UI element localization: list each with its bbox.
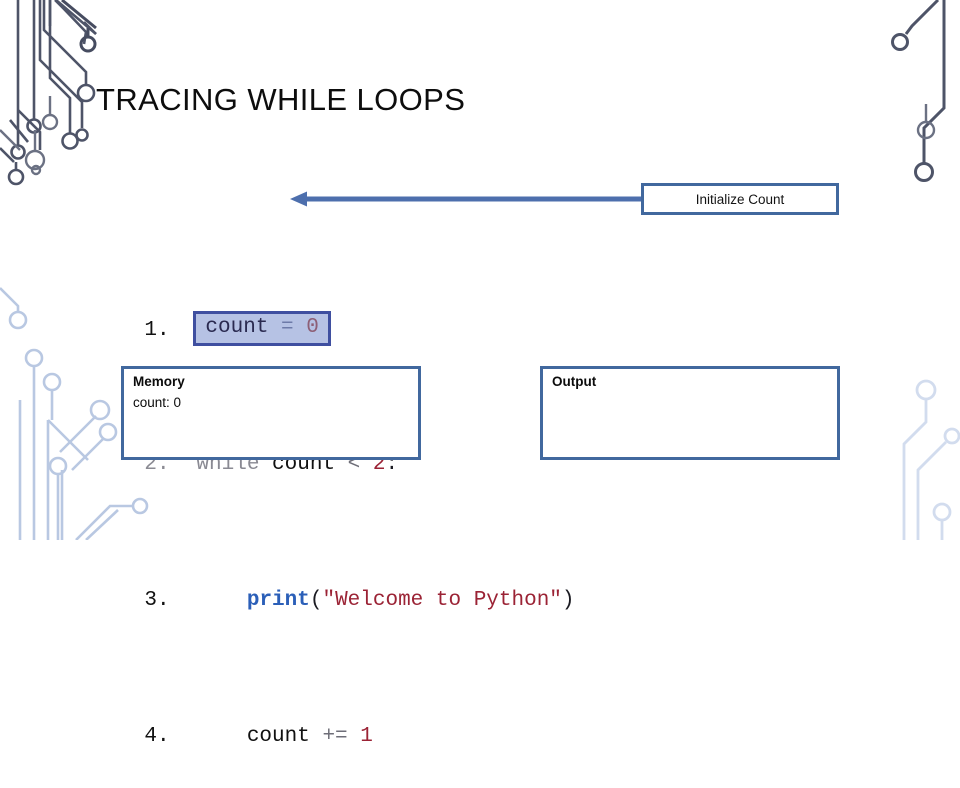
circuit-bottom-right — [902, 379, 960, 540]
callout-initialize-count[interactable]: Initialize Count — [641, 183, 839, 215]
output-panel-title: Output — [552, 374, 597, 389]
highlighted-statement[interactable]: count = 0 — [193, 311, 331, 346]
token-close-paren: ) — [561, 589, 575, 612]
token-number: 0 — [306, 316, 319, 339]
page-title: TRACING WHILE LOOPS — [96, 82, 466, 117]
memory-panel[interactable]: Memory count: 0 — [121, 366, 421, 460]
circuit-right-middle — [916, 104, 936, 140]
circuit-top-left — [0, 0, 97, 186]
memory-panel-body: count: 0 — [133, 395, 182, 410]
circuit-top-left-accent — [61, 0, 97, 53]
code-block: 1. count = 0 2. while count < 2: 3. print(… — [94, 176, 575, 788]
circuit-top-right — [891, 0, 946, 182]
output-panel[interactable]: Output — [540, 366, 840, 460]
token-function-print: print — [246, 589, 310, 612]
code-line-3: 3. print("Welcome to Python") — [94, 550, 574, 612]
line-number-1: 1. — [144, 319, 170, 343]
code-line-4: 4. count += 1 — [94, 686, 575, 748]
token-number: 1 — [360, 725, 373, 748]
callout-arrow-icon — [290, 191, 642, 207]
code-line-1: 1. count = 0 — [94, 278, 575, 346]
token-identifier: count — [205, 316, 269, 339]
circuit-left-middle — [0, 129, 46, 171]
line-number-4: 4. — [144, 725, 170, 748]
token-open-paren: ( — [309, 589, 323, 612]
line-number-3: 3. — [144, 589, 170, 612]
memory-panel-title: Memory — [133, 374, 185, 389]
callout-label: Initialize Count — [695, 191, 785, 207]
circuit-top-left-nodes — [30, 96, 59, 176]
token-identifier: count — [196, 725, 323, 748]
token-operator: = — [281, 316, 294, 339]
token-string: "Welcome to Python" — [322, 589, 562, 612]
token-operator: += — [322, 725, 348, 748]
